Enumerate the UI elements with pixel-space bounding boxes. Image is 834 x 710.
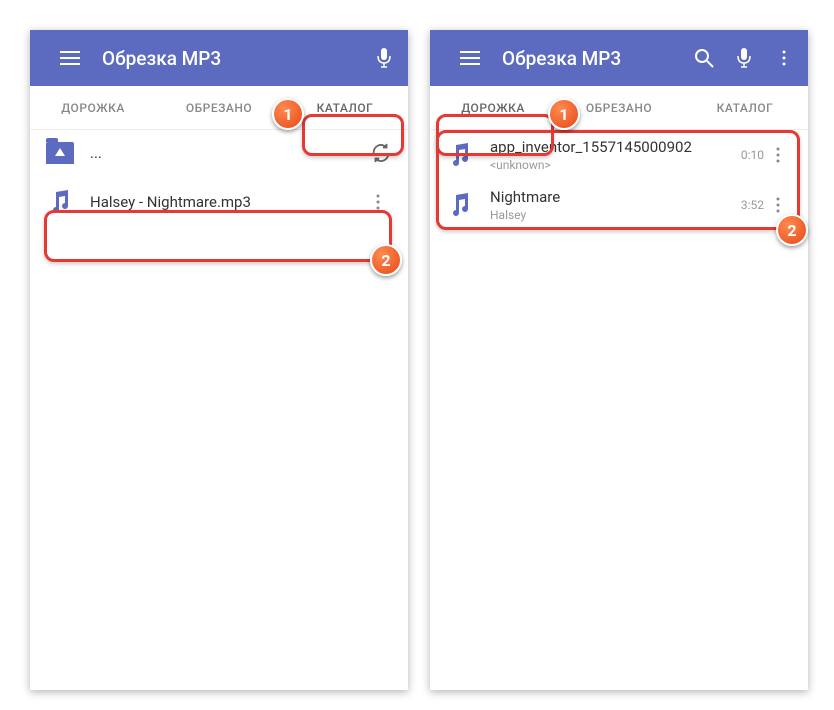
more-icon[interactable] <box>776 197 792 213</box>
track-title: Halsey - Nightmare.mp3 <box>90 193 376 211</box>
music-note-icon <box>446 191 474 219</box>
track-info: app_inventor_1557145000902 <unknown> <box>490 138 741 172</box>
more-icon[interactable] <box>376 194 392 210</box>
app-title: Обрезка MP3 <box>502 47 676 70</box>
folder-up-icon <box>46 142 74 164</box>
tab-track[interactable]: ДОРОЖКА <box>430 86 556 129</box>
phone-screenshot-right: Обрезка MP3 ДОРОЖКА ОБРЕЗАНО КАТАЛОГ app… <box>430 30 808 690</box>
app-title: Обрезка MP3 <box>102 47 356 70</box>
track-title: Nightmare <box>490 188 741 206</box>
menu-icon[interactable] <box>458 46 482 70</box>
tab-track[interactable]: ДОРОЖКА <box>30 86 156 129</box>
track-row[interactable]: app_inventor_1557145000902 <unknown> 0:1… <box>430 130 808 180</box>
track-info: Nightmare Halsey <box>490 188 741 222</box>
tab-bar: ДОРОЖКА ОБРЕЗАНО КАТАЛОГ <box>30 86 408 130</box>
mic-icon[interactable] <box>732 46 756 70</box>
tab-cut[interactable]: ОБРЕЗАНО <box>556 86 682 129</box>
tab-cut[interactable]: ОБРЕЗАНО <box>156 86 282 129</box>
track-info: Halsey - Nightmare.mp3 <box>90 193 376 211</box>
music-note-icon <box>46 188 74 216</box>
mic-icon[interactable] <box>372 46 396 70</box>
appbar: Обрезка MP3 <box>30 30 408 86</box>
menu-icon[interactable] <box>58 46 82 70</box>
more-icon[interactable] <box>776 147 792 163</box>
folder-up-row[interactable]: ... <box>30 130 408 176</box>
track-duration: 3:52 <box>741 198 764 212</box>
track-artist: <unknown> <box>490 158 741 172</box>
tab-catalog[interactable]: КАТАЛОГ <box>282 86 408 129</box>
track-duration: 0:10 <box>741 148 764 162</box>
appbar: Обрезка MP3 <box>430 30 808 86</box>
phone-screenshot-left: Обрезка MP3 ДОРОЖКА ОБРЕЗАНО КАТАЛОГ ...… <box>30 30 408 690</box>
track-row[interactable]: Halsey - Nightmare.mp3 <box>30 176 408 228</box>
track-title: app_inventor_1557145000902 <box>490 138 741 156</box>
folder-up-label: ... <box>90 144 102 162</box>
refresh-icon[interactable] <box>370 142 392 164</box>
track-row[interactable]: Nightmare Halsey 3:52 <box>430 180 808 230</box>
tab-catalog[interactable]: КАТАЛОГ <box>682 86 808 129</box>
tab-bar: ДОРОЖКА ОБРЕЗАНО КАТАЛОГ <box>430 86 808 130</box>
track-artist: Halsey <box>490 208 741 222</box>
search-icon[interactable] <box>692 46 716 70</box>
more-icon[interactable] <box>772 46 796 70</box>
badge-2: 2 <box>370 244 402 276</box>
music-note-icon <box>446 141 474 169</box>
